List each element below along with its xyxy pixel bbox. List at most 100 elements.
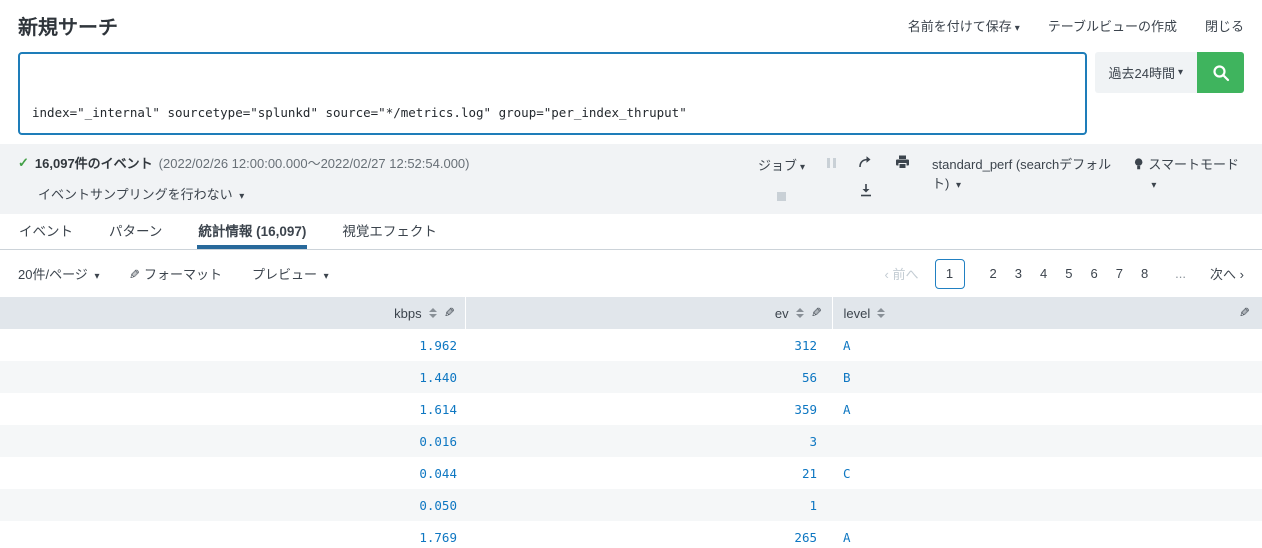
page-button[interactable]: 5 [1056, 266, 1081, 281]
query-line-1: index="_internal" sourcetype="splunkd" s… [32, 105, 687, 120]
page-button[interactable]: 6 [1081, 266, 1106, 281]
job-menu[interactable]: ジョブ ▾ [758, 155, 805, 174]
table-row: 0.050 1 [0, 489, 1262, 521]
page-button[interactable]: 7 [1107, 266, 1132, 281]
chevron-down-icon: ▾ [323, 271, 329, 282]
per-page-dropdown[interactable]: 20件/ページ ▾ [18, 264, 99, 283]
sort-icon[interactable] [428, 308, 437, 318]
event-sampling-dropdown[interactable]: イベントサンプリングを行わない ▾ [38, 184, 470, 203]
results-toolbar: 20件/ページ ▾ ✎ フォーマット プレビュー ▾ ‹ 前へ 1 234567… [0, 250, 1262, 297]
table-cell[interactable]: 21 [465, 457, 832, 489]
table-cell[interactable]: 312 [465, 329, 832, 361]
table-row: 1.962 312 A [0, 329, 1262, 361]
search-icon [1212, 64, 1229, 81]
top-bar: 新規サーチ 名前を付けて保存 ▾ テーブルビューの作成 閉じる [0, 0, 1262, 48]
prev-page-button[interactable]: ‹ 前へ [885, 264, 919, 283]
tab-statistics[interactable]: 統計情報 (16,097) [197, 212, 308, 249]
chevron-down-icon: ▾ [1177, 67, 1183, 78]
chevron-down-icon: ▾ [955, 180, 961, 191]
pagination: ‹ 前へ 1 2345678 ... 次へ › [885, 258, 1244, 289]
table-cell[interactable]: B [832, 361, 1262, 393]
table-cell[interactable]: 0.050 [0, 489, 465, 521]
table-cell[interactable]: 1.440 [0, 361, 465, 393]
column-header-kbps[interactable]: kbps ✎ [0, 297, 466, 329]
save-as-button[interactable]: 名前を付けて保存 ▾ [908, 16, 1020, 35]
page-button[interactable]: 2 [981, 266, 1006, 281]
status-right: ジョブ ▾ standard_perf (searchデフォルト) ▾ スマートモ… [758, 153, 1244, 214]
job-status-bar: ✓ 16,097件のイベント (2022/02/26 12:00:00.000〜… [0, 144, 1262, 214]
share-icon[interactable] [858, 155, 873, 169]
sort-icon[interactable] [877, 308, 886, 318]
table-cell[interactable]: 1.614 [0, 393, 465, 425]
table-cell[interactable]: 1 [465, 489, 832, 521]
create-table-view-button[interactable]: テーブルビューの作成 [1048, 16, 1177, 35]
sort-icon[interactable] [795, 308, 804, 318]
format-button[interactable]: ✎ フォーマット [129, 264, 222, 283]
event-count: 16,097件のイベント [34, 156, 153, 171]
preview-dropdown[interactable]: プレビュー ▾ [252, 264, 329, 283]
page-title: 新規サーチ [18, 16, 118, 39]
download-icon[interactable] [859, 183, 873, 197]
status-left: ✓ 16,097件のイベント (2022/02/26 12:00:00.000〜… [18, 153, 470, 214]
chevron-right-icon: › [1239, 267, 1244, 282]
search-row: index="_internal" sourcetype="splunkd" s… [0, 48, 1262, 135]
print-icon[interactable] [895, 155, 910, 169]
chevron-left-icon: ‹ [884, 267, 889, 282]
table-row: 1.614 359 A [0, 393, 1262, 425]
page-button[interactable]: 8 [1132, 266, 1157, 281]
table-cell[interactable]: A [832, 329, 1262, 361]
tab-events[interactable]: イベント [18, 212, 74, 249]
table-cell[interactable]: 1.769 [0, 521, 465, 548]
stop-icon[interactable] [776, 192, 786, 201]
chevron-down-icon: ▾ [1014, 22, 1020, 34]
pencil-icon[interactable]: ✎ [811, 305, 822, 321]
next-page-button[interactable]: 次へ › [1210, 264, 1244, 283]
top-actions: 名前を付けて保存 ▾ テーブルビューの作成 閉じる [908, 16, 1244, 35]
close-button[interactable]: 閉じる [1205, 16, 1244, 35]
check-icon: ✓ [18, 154, 29, 170]
chevron-down-icon: ▾ [799, 162, 805, 173]
smart-mode-dropdown[interactable]: スマートモード ▾ [1134, 155, 1244, 195]
table-cell[interactable]: 0.016 [0, 425, 465, 457]
chevron-down-icon: ▾ [1151, 180, 1157, 191]
table-cell[interactable]: 3 [465, 425, 832, 457]
table-cell[interactable]: A [832, 393, 1262, 425]
statistics-table: kbps ✎ ev ✎ level ✎ 1.962 312 A 1.440 56 B 1.614… [0, 297, 1262, 548]
tab-patterns[interactable]: パターン [108, 212, 163, 249]
pencil-icon: ✎ [129, 267, 141, 282]
table-cell[interactable]: C [832, 457, 1262, 489]
table-cell[interactable]: 1.962 [0, 329, 465, 361]
table-cell[interactable]: 265 [465, 521, 832, 548]
table-row: 0.044 21 C [0, 457, 1262, 489]
splunk-search-page: 新規サーチ 名前を付けて保存 ▾ テーブルビューの作成 閉じる index="_i… [0, 0, 1262, 548]
page-button-current[interactable]: 1 [934, 258, 965, 289]
table-cell[interactable]: 0.044 [0, 457, 465, 489]
table-cell[interactable] [832, 425, 1262, 457]
event-time-range: (2022/02/26 12:00:00.000〜2022/02/27 12:5… [158, 156, 470, 171]
pagination-ellipsis: ... [1175, 266, 1187, 281]
table-row: 0.016 3 [0, 425, 1262, 457]
search-query-input[interactable]: index="_internal" sourcetype="splunkd" s… [18, 52, 1087, 135]
pause-icon[interactable] [827, 155, 836, 168]
search-mode-app-context[interactable]: standard_perf (searchデフォルト) ▾ [932, 155, 1112, 195]
tab-visualization[interactable]: 視覚エフェクト [341, 212, 438, 249]
chevron-down-icon: ▾ [94, 271, 100, 282]
table-cell[interactable] [832, 489, 1262, 521]
column-header-ev[interactable]: ev ✎ [465, 297, 833, 329]
pencil-icon[interactable]: ✎ [1239, 305, 1250, 321]
table-header-row: kbps ✎ ev ✎ level ✎ [0, 297, 1262, 329]
table-cell[interactable]: 56 [465, 361, 832, 393]
lightbulb-icon [1134, 158, 1143, 170]
table-cell[interactable]: 359 [465, 393, 832, 425]
page-button[interactable]: 3 [1006, 266, 1031, 281]
table-row: 1.440 56 B [0, 361, 1262, 393]
table-row: 1.769 265 A [0, 521, 1262, 548]
table-cell[interactable]: A [832, 521, 1262, 548]
search-submit-button[interactable] [1197, 52, 1244, 93]
pencil-icon[interactable]: ✎ [444, 305, 455, 321]
time-range-picker[interactable]: 過去24時間 ▾ [1094, 52, 1197, 93]
page-button[interactable]: 4 [1031, 266, 1056, 281]
column-header-level[interactable]: level ✎ [832, 297, 1262, 329]
chevron-down-icon: ▾ [239, 191, 245, 202]
results-tabs: イベント パターン 統計情報 (16,097) 視覚エフェクト [0, 214, 1262, 250]
